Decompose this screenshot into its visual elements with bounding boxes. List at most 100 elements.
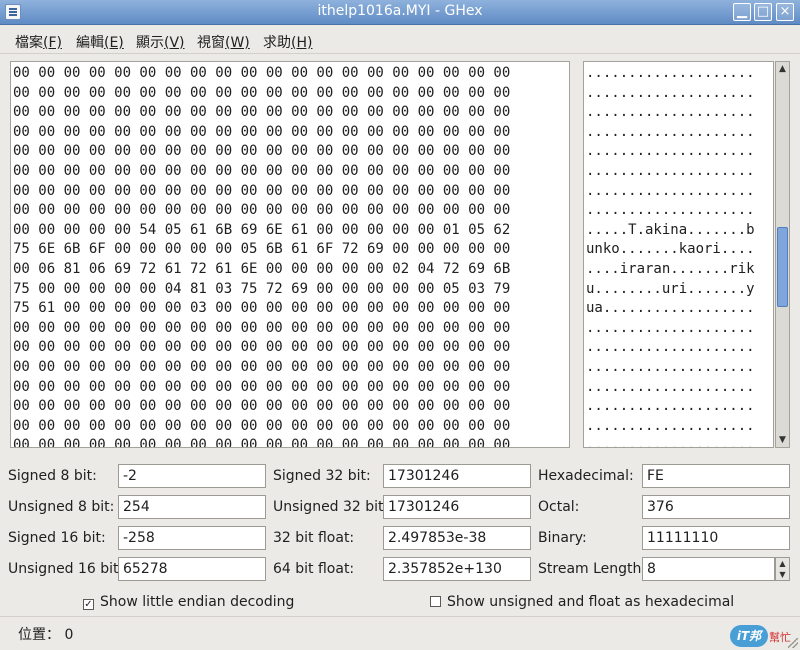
menu-edit-accel: (E) xyxy=(104,35,124,51)
menu-edit-label: 編輯 xyxy=(76,35,104,51)
menu-file[interactable]: 檔案(F) xyxy=(15,32,62,52)
logo-badge: iT邦 xyxy=(730,625,768,647)
binary-label: Binary: xyxy=(538,530,587,546)
ascii-row[interactable]: ua.................. xyxy=(586,299,773,319)
unsigned16-label: Unsigned 16 bit: xyxy=(8,561,124,577)
menu-view-accel: (V) xyxy=(164,35,185,51)
unsigned8-field[interactable]: 254 xyxy=(118,495,266,519)
hex-row[interactable]: 00 00 00 00 00 00 00 00 00 00 00 00 00 0… xyxy=(13,123,569,143)
ascii-row[interactable]: .................... xyxy=(586,358,773,378)
status-bar: 位置： 0 iT邦 幫忙 xyxy=(0,616,800,650)
hex-lines[interactable]: 00 00 00 00 00 00 00 00 00 00 00 00 00 0… xyxy=(11,62,569,447)
hex-row[interactable]: 00 00 00 00 00 00 00 00 00 00 00 00 00 0… xyxy=(13,397,569,417)
ascii-row[interactable]: .................... xyxy=(586,64,773,84)
hex-pane[interactable]: 00 00 00 00 00 00 00 00 00 00 00 00 00 0… xyxy=(10,61,570,448)
hex-row[interactable]: 00 00 00 00 00 00 00 00 00 00 00 00 00 0… xyxy=(13,417,569,437)
hex-row[interactable]: 75 61 00 00 00 00 00 03 00 00 00 00 00 0… xyxy=(13,299,569,319)
ascii-row[interactable]: .................... xyxy=(586,319,773,339)
ascii-row[interactable]: .................... xyxy=(586,436,773,447)
hex-row[interactable]: 00 00 00 00 00 00 00 00 00 00 00 00 00 0… xyxy=(13,84,569,104)
menu-window-label: 視窗 xyxy=(197,35,225,51)
menu-window-accel: (W) xyxy=(225,35,250,51)
unsigned8-label: Unsigned 8 bit: xyxy=(8,499,115,515)
cursor-position: 位置： 0 xyxy=(18,627,74,643)
hex-row[interactable]: 00 00 00 00 00 00 00 00 00 00 00 00 00 0… xyxy=(13,358,569,378)
hex-row[interactable]: 00 00 00 00 00 00 00 00 00 00 00 00 00 0… xyxy=(13,319,569,339)
little-endian-option[interactable]: ✓ Show little endian decoding xyxy=(83,594,294,610)
ascii-row[interactable]: .................... xyxy=(586,201,773,221)
float32-label: 32 bit float: xyxy=(273,530,355,546)
ascii-row[interactable]: unko.......kaori.... xyxy=(586,240,773,260)
scroll-up-icon[interactable]: ▲ xyxy=(776,62,789,76)
stream-length-label: Stream Length: xyxy=(538,561,647,577)
ithelp-logo: iT邦 幫忙 xyxy=(730,625,796,647)
binary-field[interactable]: 11111110 xyxy=(642,526,790,550)
menu-help-label: 求助 xyxy=(263,35,291,51)
stream-length-field[interactable]: 8 xyxy=(642,557,775,581)
ascii-row[interactable]: ....iraran.......rik xyxy=(586,260,773,280)
float64-field[interactable]: 2.357852e+130 xyxy=(383,557,531,581)
ascii-row[interactable]: .................... xyxy=(586,84,773,104)
ascii-pane[interactable]: ........................................… xyxy=(583,61,774,448)
unsigned32-field[interactable]: 17301246 xyxy=(383,495,531,519)
hex-row[interactable]: 00 00 00 00 00 00 00 00 00 00 00 00 00 0… xyxy=(13,201,569,221)
close-button[interactable]: × xyxy=(776,3,794,21)
ascii-row[interactable]: .................... xyxy=(586,397,773,417)
hex-row[interactable]: 00 00 00 00 00 00 00 00 00 00 00 00 00 0… xyxy=(13,436,569,447)
spin-up-icon[interactable]: ▲ xyxy=(776,558,789,569)
menu-view-label: 顯示 xyxy=(136,35,164,51)
ascii-lines[interactable]: ........................................… xyxy=(584,62,773,447)
spin-down-icon[interactable]: ▼ xyxy=(776,569,789,580)
stream-length-spinner[interactable]: ▲ ▼ xyxy=(775,557,790,581)
unsigned16-field[interactable]: 65278 xyxy=(118,557,266,581)
resize-grip-icon[interactable] xyxy=(788,638,798,648)
ascii-row[interactable]: .................... xyxy=(586,123,773,143)
menu-help[interactable]: 求助(H) xyxy=(263,32,312,52)
scroll-down-icon[interactable]: ▼ xyxy=(776,433,789,447)
unsigned-hex-label: Show unsigned and float as hexadecimal xyxy=(447,594,735,610)
ascii-row[interactable]: .................... xyxy=(586,338,773,358)
little-endian-checkbox[interactable]: ✓ xyxy=(83,599,94,610)
signed16-label: Signed 16 bit: xyxy=(8,530,106,546)
signed16-field[interactable]: -258 xyxy=(118,526,266,550)
hex-row[interactable]: 00 00 00 00 00 00 00 00 00 00 00 00 00 0… xyxy=(13,162,569,182)
hex-row[interactable]: 00 00 00 00 00 00 00 00 00 00 00 00 00 0… xyxy=(13,142,569,162)
ascii-row[interactable]: .................... xyxy=(586,142,773,162)
octal-field[interactable]: 376 xyxy=(642,495,790,519)
ascii-row[interactable]: .................... xyxy=(586,182,773,202)
scroll-thumb[interactable] xyxy=(777,227,788,307)
ascii-row[interactable]: .................... xyxy=(586,103,773,123)
octal-label: Octal: xyxy=(538,499,580,515)
unsigned-hex-checkbox[interactable] xyxy=(430,596,441,607)
unsigned-hex-option[interactable]: Show unsigned and float as hexadecimal xyxy=(430,594,734,610)
ascii-row[interactable]: .................... xyxy=(586,378,773,398)
ascii-row[interactable]: .................... xyxy=(586,162,773,182)
ascii-row[interactable]: u........uri.......y xyxy=(586,280,773,300)
hex-row[interactable]: 00 00 00 00 00 00 00 00 00 00 00 00 00 0… xyxy=(13,338,569,358)
hex-row[interactable]: 00 00 00 00 00 00 00 00 00 00 00 00 00 0… xyxy=(13,103,569,123)
menu-file-label: 檔案 xyxy=(15,35,43,51)
vertical-scrollbar[interactable]: ▲ ▼ xyxy=(775,61,790,448)
hex-label: Hexadecimal: xyxy=(538,468,634,484)
menu-edit[interactable]: 編輯(E) xyxy=(76,32,124,52)
menu-view[interactable]: 顯示(V) xyxy=(136,32,185,52)
hex-row[interactable]: 00 00 00 00 00 00 00 00 00 00 00 00 00 0… xyxy=(13,182,569,202)
hex-row[interactable]: 75 00 00 00 00 00 04 81 03 75 72 69 00 0… xyxy=(13,280,569,300)
minimize-button[interactable]: ▁ xyxy=(733,3,751,21)
menu-help-accel: (H) xyxy=(291,35,313,51)
float32-field[interactable]: 2.497853e-38 xyxy=(383,526,531,550)
hex-row[interactable]: 00 00 00 00 00 00 00 00 00 00 00 00 00 0… xyxy=(13,378,569,398)
menu-bar: 檔案(F) 編輯(E) 顯示(V) 視窗(W) 求助(H) xyxy=(0,25,800,54)
ascii-row[interactable]: .................... xyxy=(586,417,773,437)
maximize-button[interactable]: □ xyxy=(754,3,772,21)
hex-row[interactable]: 00 00 00 00 00 00 00 00 00 00 00 00 00 0… xyxy=(13,64,569,84)
signed32-field[interactable]: 17301246 xyxy=(383,464,531,488)
hex-row[interactable]: 75 6E 6B 6F 00 00 00 00 00 05 6B 61 6F 7… xyxy=(13,240,569,260)
hex-row[interactable]: 00 06 81 06 69 72 61 72 61 6E 00 00 00 0… xyxy=(13,260,569,280)
ascii-row[interactable]: .....T.akina.......b xyxy=(586,221,773,241)
hex-row[interactable]: 00 00 00 00 00 54 05 61 6B 69 6E 61 00 0… xyxy=(13,221,569,241)
signed8-field[interactable]: -2 xyxy=(118,464,266,488)
signed32-label: Signed 32 bit: xyxy=(273,468,371,484)
hex-field[interactable]: FE xyxy=(642,464,790,488)
menu-window[interactable]: 視窗(W) xyxy=(197,32,250,52)
